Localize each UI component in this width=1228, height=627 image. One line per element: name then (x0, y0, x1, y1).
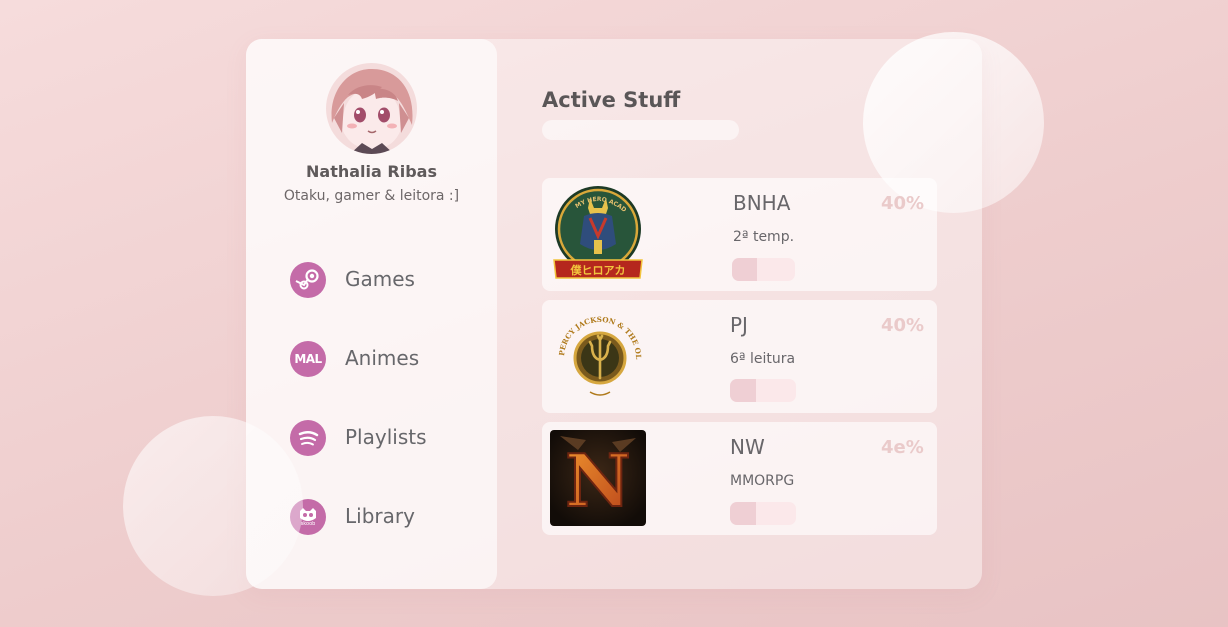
activity-name: BNHA (733, 191, 791, 215)
activity-card-pj[interactable]: PERCY JACKSON & THE OLYMPIANS PJ 6ª leit… (542, 299, 937, 413)
activity-card-bnha[interactable]: 僕ヒロアカ MY HERO ACADEMIA BNHA 2ª temp. 40% (542, 178, 937, 291)
progress-percent: 40% (881, 315, 925, 336)
progress-percent: 40% (881, 193, 925, 214)
mal-icon: MAL (290, 341, 326, 377)
avatar[interactable] (326, 63, 417, 154)
svg-text:僕ヒロアカ: 僕ヒロアカ (570, 263, 626, 277)
progress-bar (730, 379, 796, 402)
activity-subtitle: MMORPG (730, 473, 795, 489)
steam-icon (290, 262, 326, 298)
profile-bio: Otaku, gamer & leitora :] (283, 188, 460, 204)
progress-bar (730, 502, 796, 525)
activity-card-nw[interactable]: N NW MMORPG 4e% (542, 422, 937, 535)
activity-name: PJ (730, 313, 748, 337)
nw-logo-letter: N (565, 438, 631, 523)
nav-label-playlists: Playlists (345, 425, 427, 449)
activity-name: NW (730, 435, 765, 459)
progress-percent: 4e% (881, 437, 924, 458)
nav-item-library[interactable]: skoob Library (290, 497, 480, 537)
main-card: Nathalia Ribas Otaku, gamer & leitora :]… (246, 39, 982, 589)
nav-label-animes: Animes (345, 346, 420, 370)
nav-label-library: Library (345, 504, 415, 528)
nav-item-playlists[interactable]: Playlists (290, 418, 480, 458)
my-hero-academia-logo: 僕ヒロアカ MY HERO ACADEMIA (547, 181, 646, 282)
percy-jackson-emblem: PERCY JACKSON & THE OLYMPIANS (546, 299, 646, 402)
profile-name: Nathalia Ribas (306, 162, 437, 181)
new-world-logo: N (550, 430, 646, 526)
skoob-icon-text: skoob (300, 520, 316, 527)
spotify-icon (290, 420, 326, 456)
progress-bar (732, 258, 795, 281)
nav-label-games: Games (345, 267, 415, 291)
nav-item-animes[interactable]: MAL Animes (290, 339, 480, 379)
section-title: Active Stuff (542, 88, 681, 112)
progress-bar-fill (732, 258, 758, 281)
mal-icon-text: MAL (294, 352, 322, 366)
activity-subtitle: 6ª leitura (730, 351, 796, 367)
nav-item-games[interactable]: Games (290, 260, 480, 300)
activity-subtitle: 2ª temp. (733, 229, 795, 245)
progress-bar-fill (730, 379, 757, 402)
decorative-circle-bottom-left (123, 416, 303, 596)
title-underline-bar (542, 120, 739, 140)
progress-bar-fill (730, 502, 757, 525)
